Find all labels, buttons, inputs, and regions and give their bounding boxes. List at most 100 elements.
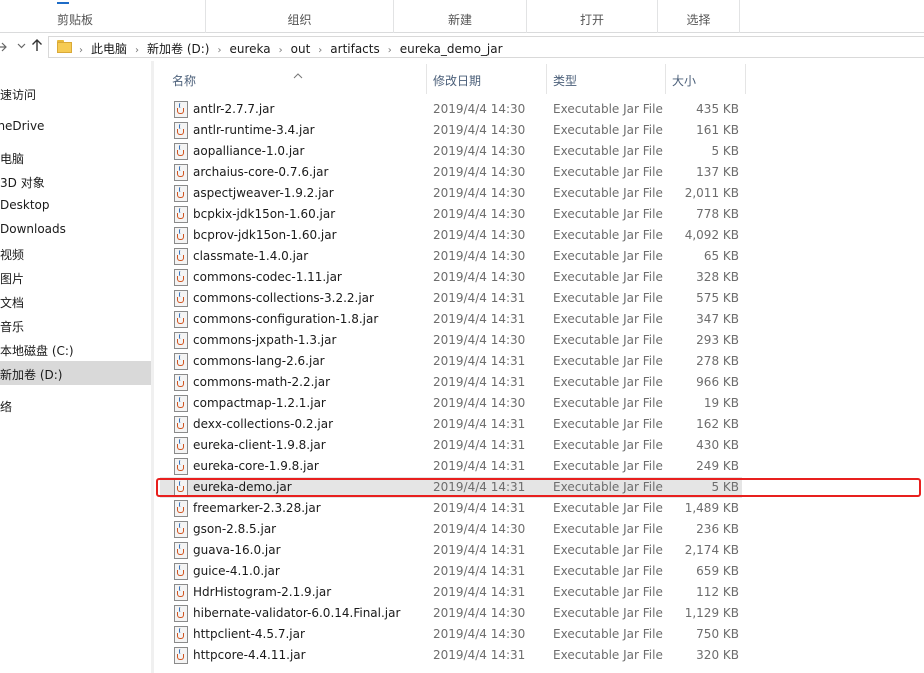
file-row[interactable]: guava-16.0.jar 2019/4/4 14:31 Executable J… <box>160 540 742 561</box>
breadcrumb-separator[interactable]: › <box>135 45 139 56</box>
navigation-pane-scrollbar[interactable] <box>151 61 154 673</box>
file-type: Executable Jar File <box>553 249 663 263</box>
file-size: 966 KB <box>696 375 739 389</box>
file-row[interactable]: freemarker-2.3.28.jar 2019/4/4 14:31 Execu… <box>160 498 742 519</box>
file-row[interactable]: commons-jxpath-1.3.jar 2019/4/4 14:30 Exec… <box>160 330 742 351</box>
java-jar-file-icon <box>173 227 189 244</box>
file-row[interactable]: hibernate-validator-6.0.14.Final.jar 2019… <box>160 603 742 624</box>
file-row[interactable]: bcpkix-jdk15on-1.60.jar 2019/4/4 14:30 Exe… <box>160 204 742 225</box>
breadcrumb-item[interactable]: 新加卷 (D:) <box>147 42 209 56</box>
file-date-modified: 2019/4/4 14:30 <box>433 606 526 620</box>
sidebar-item-quick-access[interactable]: 快速访问 <box>0 81 151 105</box>
breadcrumb-item[interactable]: eureka_demo_jar <box>400 42 503 56</box>
sidebar-item-downloads[interactable]: Downloads <box>0 217 151 241</box>
recent-locations-button[interactable] <box>17 41 26 55</box>
file-row[interactable]: commons-collections-3.2.2.jar 2019/4/4 14… <box>160 288 742 309</box>
sidebar-item-network[interactable]: 网络 <box>0 393 151 417</box>
file-name: HdrHistogram-2.1.9.jar <box>193 585 332 599</box>
breadcrumb-item[interactable]: 此电脑 <box>91 42 127 56</box>
sidebar-item-documents[interactable]: 文档 <box>0 289 151 313</box>
file-date-modified: 2019/4/4 14:31 <box>433 375 526 389</box>
file-row[interactable]: dexx-collections-0.2.jar 2019/4/4 14:31 Ex… <box>160 414 742 435</box>
file-row[interactable]: eureka-core-1.9.8.jar 2019/4/4 14:31 Execu… <box>160 456 742 477</box>
file-row[interactable]: bcprov-jdk15on-1.60.jar 2019/4/4 14:30 Exe… <box>160 225 742 246</box>
forward-button[interactable] <box>0 40 8 58</box>
sidebar-item-desktop[interactable]: Desktop <box>0 193 151 217</box>
file-size: 435 KB <box>696 102 739 116</box>
file-row[interactable]: commons-configuration-1.8.jar 2019/4/4 14… <box>160 309 742 330</box>
file-name: commons-codec-1.11.jar <box>193 270 342 284</box>
sidebar-item-onedrive[interactable]: OneDrive <box>0 114 151 138</box>
file-type: Executable Jar File <box>553 396 663 410</box>
java-jar-file-icon <box>173 185 189 202</box>
breadcrumb-item[interactable]: eureka <box>229 42 270 56</box>
file-date-modified: 2019/4/4 14:31 <box>433 501 526 515</box>
file-type: Executable Jar File <box>553 585 663 599</box>
file-row[interactable]: HdrHistogram-2.1.9.jar 2019/4/4 14:31 Exec… <box>160 582 742 603</box>
file-row[interactable]: eureka-client-1.9.8.jar 2019/4/4 14:31 Exe… <box>160 435 742 456</box>
sidebar-item-volume-d[interactable]: 新加卷 (D:) <box>0 361 151 385</box>
java-jar-file-icon <box>173 248 189 265</box>
file-row[interactable]: httpclient-4.5.7.jar 2019/4/4 14:30 Execut… <box>160 624 742 645</box>
sidebar-item-pictures[interactable]: 图片 <box>0 265 151 289</box>
java-jar-file-icon <box>173 605 189 622</box>
sidebar-item-label: 本地磁盘 (C:) <box>0 344 74 358</box>
java-jar-file-icon <box>173 500 189 517</box>
arrow-right-icon <box>0 42 7 52</box>
column-header-label: 名称 <box>172 74 197 88</box>
breadcrumb-item[interactable]: artifacts <box>330 42 379 56</box>
file-row[interactable]: archaius-core-0.7.6.jar 2019/4/4 14:30 Exe… <box>160 162 742 183</box>
breadcrumb-separator[interactable]: › <box>388 45 392 56</box>
file-name: classmate-1.4.0.jar <box>193 249 309 263</box>
address-bar[interactable]: › 此电脑 › 新加卷 (D:) › eureka › out › artifacts › eurek… <box>48 36 924 58</box>
column-header-name[interactable]: 名称 <box>160 64 427 94</box>
breadcrumb-separator[interactable]: › <box>318 45 322 56</box>
ribbon-group-label: 打开 <box>579 13 604 27</box>
file-name: commons-math-2.2.jar <box>193 375 331 389</box>
file-row[interactable]: commons-math-2.2.jar 2019/4/4 14:31 Execut… <box>160 372 742 393</box>
sidebar-item-local-disk-c[interactable]: 本地磁盘 (C:) <box>0 337 151 361</box>
sidebar-item-this-pc[interactable]: 此电脑 <box>0 145 151 169</box>
column-header-label: 大小 <box>672 74 697 88</box>
file-row[interactable]: antlr-2.7.7.jar 2019/4/4 14:30 Executable … <box>160 99 742 120</box>
file-date-modified: 2019/4/4 14:31 <box>433 417 526 431</box>
file-row[interactable]: httpcore-4.4.11.jar 2019/4/4 14:31 Executa… <box>160 645 742 666</box>
file-type: Executable Jar File <box>553 375 663 389</box>
ribbon-group-open: 打开 <box>527 0 658 33</box>
file-row[interactable]: compactmap-1.2.1.jar 2019/4/4 14:30 Execut… <box>160 393 742 414</box>
folder-icon <box>57 40 72 53</box>
file-row[interactable]: aopalliance-1.0.jar 2019/4/4 14:30 Executa… <box>160 141 742 162</box>
breadcrumb-separator[interactable]: › <box>217 45 221 56</box>
file-type: Executable Jar File <box>553 333 663 347</box>
file-row[interactable]: gson-2.8.5.jar 2019/4/4 14:30 Executable J… <box>160 519 742 540</box>
file-type: Executable Jar File <box>553 228 663 242</box>
breadcrumb-item[interactable]: out <box>291 42 311 56</box>
column-header-type[interactable]: 类型 <box>547 64 666 94</box>
file-row[interactable]: guice-4.1.0.jar 2019/4/4 14:31 Executable … <box>160 561 742 582</box>
column-header-date[interactable]: 修改日期 <box>427 64 547 94</box>
file-row[interactable]: commons-lang-2.6.jar 2019/4/4 14:31 Execut… <box>160 351 742 372</box>
file-date-modified: 2019/4/4 14:30 <box>433 396 526 410</box>
sidebar-item-label: 快速访问 <box>0 88 37 102</box>
ribbon-group-new: 新建 <box>394 0 527 33</box>
file-type: Executable Jar File <box>553 270 663 284</box>
sidebar-item-label: Downloads <box>0 222 66 236</box>
file-row[interactable]: classmate-1.4.0.jar 2019/4/4 14:30 Executa… <box>160 246 742 267</box>
file-type: Executable Jar File <box>553 312 663 326</box>
file-row[interactable]: aspectjweaver-1.9.2.jar 2019/4/4 14:30 Exe… <box>160 183 742 204</box>
column-header-size[interactable]: 大小 <box>666 64 746 94</box>
ribbon: 剪贴板 组织 新建 打开 选择 <box>0 0 924 33</box>
file-name: dexx-collections-0.2.jar <box>193 417 333 431</box>
file-name: gson-2.8.5.jar <box>193 522 277 536</box>
breadcrumb-separator[interactable]: › <box>279 45 283 56</box>
sidebar-item-music[interactable]: 音乐 <box>0 313 151 337</box>
file-size: 659 KB <box>696 564 739 578</box>
sidebar-item-videos[interactable]: 视频 <box>0 241 151 265</box>
up-button[interactable] <box>31 38 43 54</box>
java-jar-file-icon <box>173 353 189 370</box>
navigation-bar: › 此电脑 › 新加卷 (D:) › eureka › out › artifacts › eurek… <box>0 33 924 61</box>
file-size: 4,092 KB <box>684 228 739 242</box>
file-row[interactable]: antlr-runtime-3.4.jar 2019/4/4 14:30 Execu… <box>160 120 742 141</box>
file-row[interactable]: commons-codec-1.11.jar 2019/4/4 14:30 Exec… <box>160 267 742 288</box>
sidebar-item-3d-objects[interactable]: 3D 对象 <box>0 169 151 193</box>
